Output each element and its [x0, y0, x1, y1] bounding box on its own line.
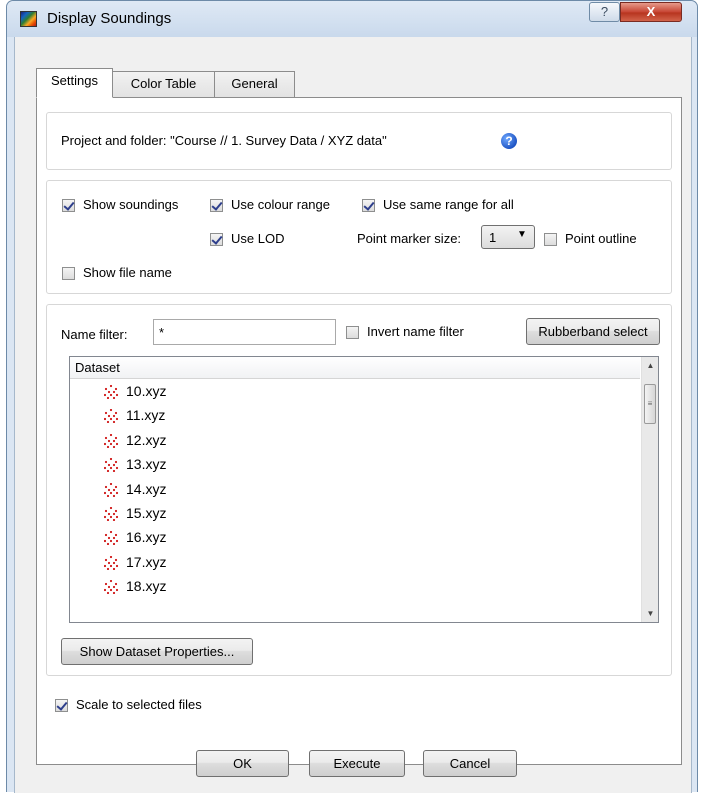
display-options-group: Show soundings Use colour range Use same…: [46, 180, 672, 294]
dataset-item-label: 13.xyz: [126, 456, 167, 473]
invert-name-filter-checkbox[interactable]: [346, 326, 359, 339]
tab-settings[interactable]: Settings: [36, 68, 113, 98]
dataset-list-item[interactable]: 17.xyz: [70, 551, 640, 575]
dataset-group: Name filter: Invert name filter Rubberba…: [46, 304, 672, 676]
show-soundings-checkbox[interactable]: [62, 199, 75, 212]
dataset-list-item[interactable]: 13.xyz: [70, 453, 640, 477]
point-cloud-icon: [104, 458, 119, 473]
point-cloud-icon: [104, 482, 119, 497]
show-dataset-properties-button[interactable]: Show Dataset Properties...: [61, 638, 253, 665]
scale-to-selected-checkbox[interactable]: [55, 699, 68, 712]
point-cloud-icon: [104, 555, 119, 570]
app-icon: [20, 11, 37, 27]
scrollbar-thumb[interactable]: ≡: [644, 384, 656, 424]
point-marker-size-label: Point marker size:: [357, 231, 462, 246]
dataset-item-label: 17.xyz: [126, 553, 167, 570]
dataset-item-label: 14.xyz: [126, 480, 167, 497]
scroll-down-arrow-icon[interactable]: ▼: [642, 605, 658, 622]
chevron-down-icon: ▼: [517, 229, 527, 240]
point-marker-size-value: 1: [489, 230, 497, 245]
dialog-window: Display Soundings ? X Settings Color Tab…: [6, 0, 698, 793]
scale-to-selected-label: Scale to selected files: [76, 697, 202, 712]
ok-button[interactable]: OK: [196, 750, 289, 777]
help-info-icon[interactable]: ?: [501, 133, 517, 149]
show-file-name-checkbox[interactable]: [62, 267, 75, 280]
tab-color-table[interactable]: Color Table: [112, 71, 215, 97]
use-same-range-label: Use same range for all: [383, 197, 514, 212]
window-title: Display Soundings: [47, 10, 172, 27]
point-cloud-icon: [104, 385, 119, 399]
point-outline-label: Point outline: [565, 231, 637, 246]
execute-button[interactable]: Execute: [309, 750, 405, 777]
use-same-range-checkbox[interactable]: [362, 199, 375, 212]
dataset-list-item[interactable]: 11.xyz: [70, 404, 640, 428]
name-filter-input[interactable]: [153, 319, 336, 345]
name-filter-label: Name filter:: [61, 327, 128, 342]
scroll-up-arrow-icon[interactable]: ▲: [642, 357, 658, 374]
title-bar[interactable]: Display Soundings ? X: [7, 1, 697, 37]
show-file-name-label: Show file name: [83, 265, 172, 280]
point-outline-checkbox[interactable]: [544, 233, 557, 246]
point-cloud-icon: [104, 531, 119, 546]
dataset-item-label: 15.xyz: [126, 504, 167, 521]
use-lod-checkbox[interactable]: [210, 233, 223, 246]
tab-general[interactable]: General: [214, 71, 295, 97]
dataset-list-item[interactable]: 18.xyz: [70, 575, 640, 599]
title-help-button[interactable]: ?: [589, 2, 620, 22]
rubberband-select-button[interactable]: Rubberband select: [526, 318, 660, 345]
dataset-list-item[interactable]: 14.xyz: [70, 478, 640, 502]
dataset-list-item[interactable]: 10.xyz: [70, 380, 640, 404]
dataset-item-label: 18.xyz: [126, 578, 167, 595]
point-cloud-icon: [104, 506, 119, 521]
settings-tab-pane: Project and folder: "Course // 1. Survey…: [36, 97, 682, 765]
point-marker-size-select[interactable]: 1 ▼: [481, 225, 535, 249]
dataset-list-item[interactable]: 12.xyz: [70, 429, 640, 453]
dataset-item-label: 16.xyz: [126, 529, 167, 546]
point-cloud-icon: [104, 433, 119, 448]
dataset-list-item[interactable]: 15.xyz: [70, 502, 640, 526]
dialog-client-area: Settings Color Table General Project and…: [14, 37, 692, 793]
project-group: Project and folder: "Course // 1. Survey…: [46, 112, 672, 170]
use-lod-label: Use LOD: [231, 231, 285, 246]
dataset-column-header[interactable]: Dataset: [70, 357, 640, 379]
dataset-rows: 10.xyz 11.xyz 12.xyz 13.xyz 14.xyz 15.xyz 16.x…: [70, 380, 640, 600]
dataset-item-label: 11.xyz: [126, 407, 166, 424]
cancel-button[interactable]: Cancel: [423, 750, 517, 777]
dataset-list[interactable]: Dataset 10.xyz 11.xyz 12.xyz 13.xyz 14.xyz 15…: [69, 356, 659, 623]
invert-name-filter-label: Invert name filter: [367, 324, 464, 339]
close-button[interactable]: X: [620, 2, 682, 22]
use-colour-range-checkbox[interactable]: [210, 199, 223, 212]
dataset-list-scrollbar[interactable]: ▲ ≡ ▼: [641, 357, 658, 622]
project-folder-label: Project and folder: "Course // 1. Survey…: [61, 133, 387, 148]
dataset-item-label: 12.xyz: [126, 431, 167, 448]
point-cloud-icon: [104, 580, 119, 595]
dataset-item-label: 10.xyz: [126, 383, 167, 399]
point-cloud-icon: [104, 409, 119, 424]
use-colour-range-label: Use colour range: [231, 197, 330, 212]
dataset-list-item[interactable]: 16.xyz: [70, 526, 640, 550]
show-soundings-label: Show soundings: [83, 197, 179, 212]
